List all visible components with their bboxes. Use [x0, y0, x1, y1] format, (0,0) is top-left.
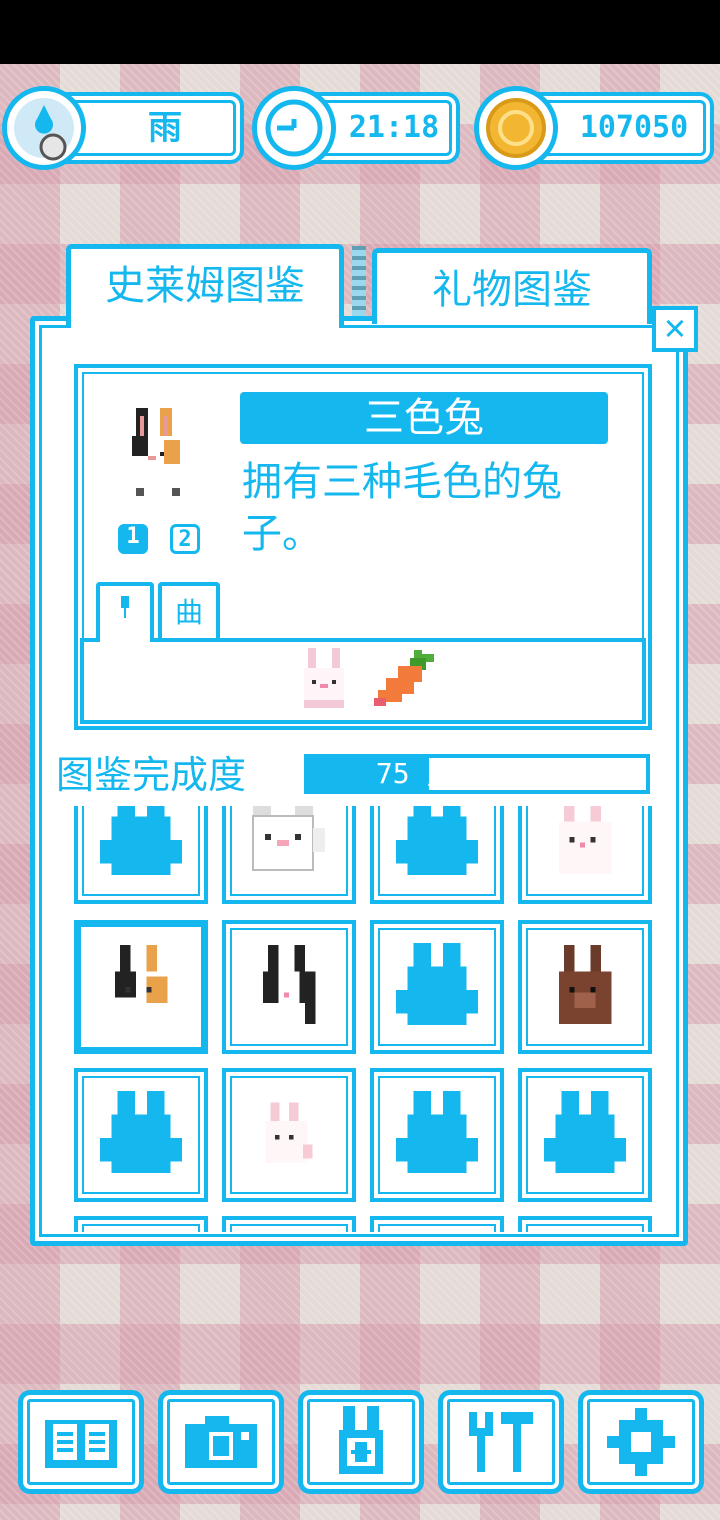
slime-grid-cell[interactable]	[518, 1068, 652, 1202]
slime-collection-grid	[72, 806, 658, 1232]
pin-icon	[121, 596, 129, 618]
tab-gift-encyclopedia[interactable]: 礼物图鉴	[372, 248, 652, 324]
medal-icon	[339, 1406, 383, 1474]
slime-name: 三色兔	[240, 392, 608, 444]
completion-progress-bar: 75 /210(35%)	[304, 754, 650, 794]
tab-slime-encyclopedia[interactable]: 史莱姆图鉴	[66, 244, 344, 328]
tab-favorite-item[interactable]	[96, 582, 154, 642]
close-button[interactable]: ✕	[652, 306, 698, 352]
slime-grid-cell[interactable]	[222, 1068, 356, 1202]
variant-1-button[interactable]: 1	[118, 524, 148, 554]
weather-text: 雨	[148, 108, 182, 148]
tools-button[interactable]	[438, 1390, 564, 1494]
tab-divider-zipper	[352, 246, 366, 316]
completion-text: 75 /210(35%)	[375, 757, 579, 790]
book-icon	[45, 1420, 117, 1468]
slime-grid-cell[interactable]	[74, 920, 208, 1054]
system-status-bar	[0, 0, 720, 64]
tab-join	[71, 318, 339, 328]
slime-grid-cell[interactable]	[370, 920, 504, 1054]
slime-grid-cell[interactable]	[518, 806, 652, 904]
book-button[interactable]	[18, 1390, 144, 1494]
time-text: 21:18	[348, 110, 440, 145]
slime-grid-cell[interactable]	[370, 1068, 504, 1202]
tools-icon	[469, 1412, 533, 1472]
slime-grid-cell[interactable]	[518, 920, 652, 1054]
bunny-slime-icon	[296, 648, 352, 716]
slime-grid-cell[interactable]	[222, 920, 356, 1054]
camera-button[interactable]	[158, 1390, 284, 1494]
carrot-icon	[370, 650, 438, 718]
settings-button[interactable]	[578, 1390, 704, 1494]
slime-grid-cell[interactable]	[518, 1216, 652, 1232]
coin-text: 107050	[579, 110, 689, 145]
slime-grid-cell[interactable]	[74, 806, 208, 904]
selected-slime-portrait	[120, 404, 200, 504]
coin-icon	[474, 86, 558, 170]
slime-grid-cell[interactable]	[370, 806, 504, 904]
completion-label: 图鉴完成度	[56, 753, 247, 797]
slime-item-row	[80, 638, 646, 724]
weather-icon	[2, 86, 86, 170]
slime-grid-cell[interactable]	[222, 806, 356, 904]
slime-grid-cell[interactable]	[74, 1068, 208, 1202]
slime-grid-cell[interactable]	[370, 1216, 504, 1232]
variant-2-button[interactable]: 2	[170, 524, 200, 554]
camera-icon	[185, 1416, 257, 1468]
slime-grid-cell[interactable]	[74, 1216, 208, 1232]
slime-description: 拥有三种毛色的兔子。	[242, 459, 562, 557]
slime-grid-cell[interactable]	[222, 1216, 356, 1232]
medal-button[interactable]	[298, 1390, 424, 1494]
settings-icon	[607, 1408, 675, 1476]
clock-icon	[252, 86, 336, 170]
tab-music[interactable]: 曲	[158, 582, 220, 638]
